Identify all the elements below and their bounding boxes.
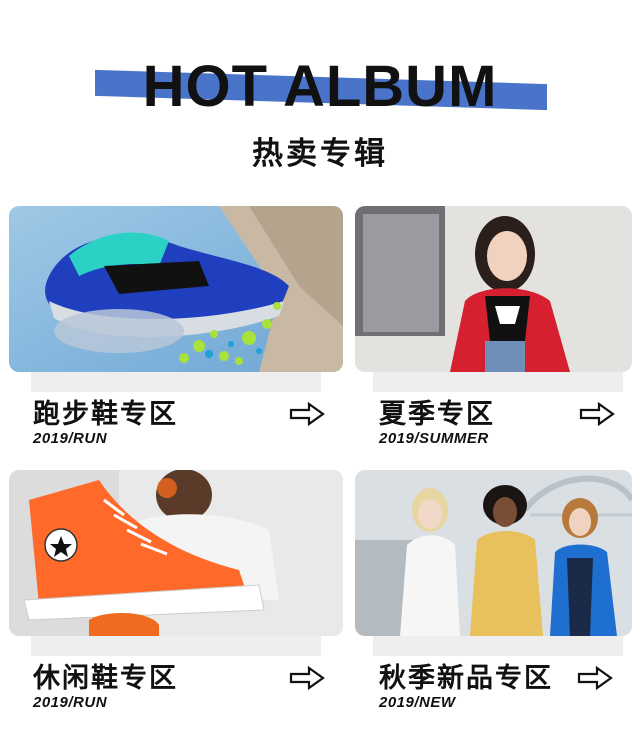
arrow-right-icon[interactable] [577, 666, 613, 690]
card-sub: 2019/SUMMER [379, 430, 489, 447]
card-sub: 2019/RUN [33, 694, 108, 711]
group-street-style-photo[interactable] [355, 470, 632, 636]
album-title-cn: 热卖专辑 [252, 136, 388, 172]
card-label[interactable]: 休闲鞋专区 [33, 656, 178, 695]
running-shoe-photo[interactable] [9, 206, 343, 372]
category-card-run[interactable]: 跑步鞋专区 2019/RUN [9, 206, 343, 456]
arrow-right-icon[interactable] [289, 666, 325, 690]
model-red-jacket-photo[interactable] [355, 206, 632, 372]
album-header: HOT ALBUM 热卖专辑 [0, 0, 640, 190]
arrow-right-icon[interactable] [579, 402, 615, 426]
card-sub: 2019/NEW [379, 694, 456, 711]
album-title-en: HOT ALBUM [142, 54, 498, 119]
card-label[interactable]: 夏季专区 [379, 392, 495, 431]
arrow-right-icon[interactable] [289, 402, 325, 426]
category-card-casual[interactable]: 休闲鞋专区 2019/RUN [9, 470, 343, 720]
category-card-summer[interactable]: 夏季专区 2019/SUMMER [355, 206, 632, 456]
card-label[interactable]: 秋季新品专区 [379, 656, 553, 695]
category-card-autumn[interactable]: 秋季新品专区 2019/NEW [355, 470, 632, 720]
card-sub: 2019/RUN [33, 430, 108, 447]
orange-converse-photo[interactable] [9, 470, 343, 636]
card-label[interactable]: 跑步鞋专区 [33, 392, 178, 431]
